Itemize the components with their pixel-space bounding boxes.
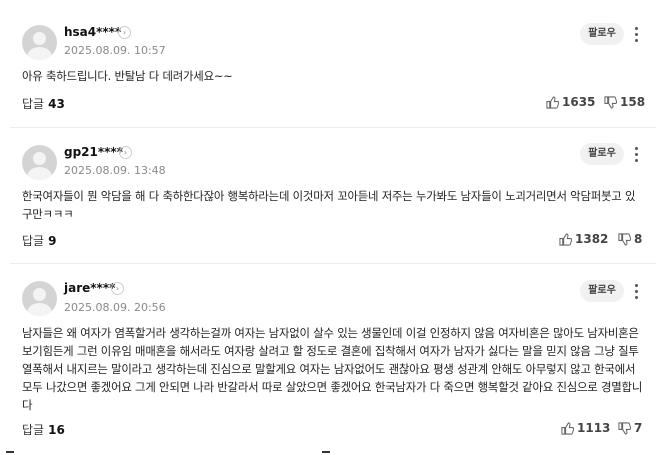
chevron-right-icon[interactable]: ›: [119, 146, 132, 159]
comment-text: 한국여자들이 뭔 악담을 해 다 축하한다잖아 행복하라는데 이것마저 꼬아듣네…: [22, 189, 636, 221]
reply-label: 답글: [22, 423, 45, 437]
thumbs-down-icon: [618, 422, 632, 435]
follow-button[interactable]: 팔로우: [580, 280, 624, 302]
reply-label: 답글: [22, 234, 45, 248]
thumbs-down-icon: [604, 96, 618, 109]
dislike-count: 8: [634, 232, 643, 246]
thumbs-down-icon: [618, 233, 632, 246]
comment-nickname[interactable]: hsa4****: [64, 25, 121, 39]
more-vertical-icon[interactable]: [632, 147, 640, 163]
reply-count: 43: [48, 97, 65, 111]
dislike-button[interactable]: 158: [604, 95, 645, 109]
chevron-right-icon[interactable]: ›: [118, 26, 131, 39]
more-vertical-icon[interactable]: [632, 284, 640, 300]
comment-date: 2025.08.09. 10:57: [64, 44, 166, 57]
comment-date: 2025.08.09. 13:48: [64, 164, 166, 177]
comment-item: jare**** › 2025.08.09. 20:56 팔로우 남자들은 왜 …: [0, 264, 666, 447]
follow-button[interactable]: 팔로우: [580, 23, 624, 45]
comment-item: hsa4**** › 2025.08.09. 10:57 팔로우 아유 축하드립…: [0, 0, 666, 128]
chevron-right-icon[interactable]: ›: [111, 282, 124, 295]
more-vertical-icon[interactable]: [632, 27, 640, 43]
reply-count: 9: [48, 234, 57, 248]
thumbs-up-icon: [561, 422, 575, 435]
comment-date: 2025.08.09. 20:56: [64, 301, 166, 314]
avatar[interactable]: [22, 25, 57, 60]
like-button[interactable]: 1382: [559, 232, 608, 246]
reply-label: 답글: [22, 97, 45, 111]
reply-button[interactable]: 답글 43: [22, 95, 65, 112]
reply-count: 16: [48, 423, 65, 437]
reply-button[interactable]: 답글 16: [22, 421, 65, 438]
comment-item: gp21**** › 2025.08.09. 13:48 팔로우 한국여자들이 …: [0, 128, 666, 264]
dislike-count: 158: [620, 95, 646, 109]
comment-text: 아유 축하드립니다. 반탈남 다 데려가세요~~: [22, 69, 233, 83]
like-button[interactable]: 1113: [561, 421, 610, 435]
avatar[interactable]: [22, 145, 57, 180]
comment-text: 남자들은 왜 여자가 염폭할거라 생각하는걸까 여자는 남자없이 살수 있는 생…: [22, 326, 643, 412]
like-count: 1382: [575, 232, 609, 246]
bottom-edge: [0, 447, 666, 455]
thumbs-up-icon: [546, 96, 560, 109]
like-button[interactable]: 1635: [546, 95, 595, 109]
dislike-button[interactable]: 7: [618, 421, 642, 435]
dislike-count: 7: [634, 421, 643, 435]
dislike-button[interactable]: 8: [618, 232, 642, 246]
reply-button[interactable]: 답글 9: [22, 232, 56, 249]
thumbs-up-icon: [559, 233, 573, 246]
like-count: 1635: [562, 95, 596, 109]
comment-nickname[interactable]: gp21****: [64, 145, 123, 159]
like-count: 1113: [577, 421, 611, 435]
avatar[interactable]: [22, 281, 57, 316]
comment-nickname[interactable]: jare****: [64, 281, 115, 295]
follow-button[interactable]: 팔로우: [580, 143, 624, 165]
